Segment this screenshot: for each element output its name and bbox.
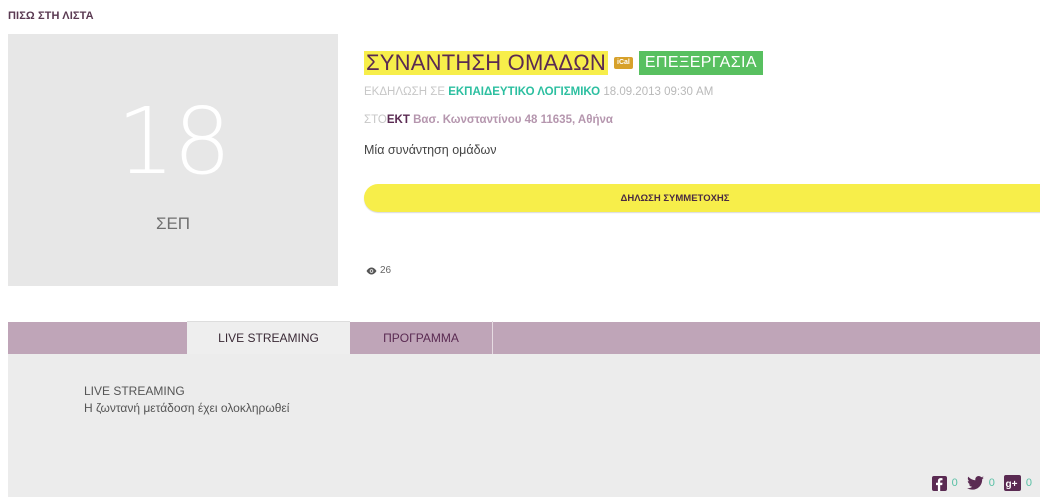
google-plus-count: 0 xyxy=(1025,477,1032,489)
eye-icon xyxy=(366,267,377,275)
panel-text: Η ζωντανή μετάδοση έχει ολοκληρωθεί xyxy=(84,401,290,415)
event-meta-prefix: ΕΚΔΗΛΩΣΗ ΣΕ xyxy=(364,86,445,98)
event-title-row: ΣΥΝΑΝΤΗΣΗ ΟΜΑΔΩΝ iCal ΕΠΕΞΕΡΓΑΣΙΑ xyxy=(364,51,763,75)
event-category-link[interactable]: ΕΚΠΑΙΔΕΥΤΙΚΟ ΛΟΓΙΣΜΙΚΟ xyxy=(448,86,600,98)
tab-program[interactable]: ΠΡΟΓΡΑΜΜΑ xyxy=(350,321,493,354)
event-day: 18 xyxy=(116,88,231,195)
event-month: ΣΕΠ xyxy=(155,214,191,233)
tab-bar: LIVE STREAMING ΠΡΟΓΡΑΜΜΑ xyxy=(8,321,1040,355)
google-plus-icon[interactable]: g+ xyxy=(1003,475,1021,491)
edit-button[interactable]: ΕΠΕΞΕΡΓΑΣΙΑ xyxy=(638,51,763,75)
tab-program-label: ΠΡΟΓΡΑΜΜΑ xyxy=(383,330,459,345)
tab-live-streaming-label: LIVE STREAMING xyxy=(218,331,319,345)
panel-title: LIVE STREAMING xyxy=(84,384,185,398)
back-to-list-link[interactable]: ΠΙΣΩ ΣΤΗ ΛΙΣΤΑ xyxy=(8,10,94,22)
svg-text:g+: g+ xyxy=(1005,479,1017,490)
event-organizer: ΕΚΤ xyxy=(386,114,410,126)
facebook-count: 0 xyxy=(951,477,958,489)
attend-button[interactable]: ΔΗΛΩΣΗ ΣΥΜΜΕΤΟΧΗΣ xyxy=(364,184,1040,212)
event-date-box: 18 ΣΕΠ xyxy=(8,34,338,286)
attend-button-label: ΔΗΛΩΣΗ ΣΥΜΜΕΤΟΧΗΣ xyxy=(620,192,730,204)
ical-icon[interactable]: iCal xyxy=(614,57,633,69)
event-meta: ΕΚΔΗΛΩΣΗ ΣΕ ΕΚΠΑΙΔΕΥΤΙΚΟ ΛΟΓΙΣΜΙΚΟ 18.09… xyxy=(364,86,713,98)
social-share-bar: 0 0 g+ 0 xyxy=(931,475,1036,491)
facebook-icon[interactable] xyxy=(931,475,947,491)
event-loc-prefix: ΣΤΟ xyxy=(364,114,387,126)
twitter-icon[interactable] xyxy=(966,476,984,490)
tab-live-streaming[interactable]: LIVE STREAMING xyxy=(187,321,350,354)
event-address[interactable]: Βασ. Κωνσταντίνου 48 11635, Αθήνα xyxy=(413,114,613,126)
views-count: 26 xyxy=(380,265,392,276)
event-datetime: 18.09.2013 09:30 AM xyxy=(603,86,714,98)
event-title: ΣΥΝΑΝΤΗΣΗ ΟΜΑΔΩΝ xyxy=(364,50,608,75)
live-streaming-panel: LIVE STREAMING Η ζωντανή μετάδοση έχει ο… xyxy=(8,354,1040,497)
event-description: Μία συνάντηση ομάδων xyxy=(364,143,497,157)
views-counter: 26 xyxy=(366,265,391,276)
twitter-count: 0 xyxy=(988,477,995,489)
event-location: ΣΤΟΕΚΤ Βασ. Κωνσταντίνου 48 11635, Αθήνα xyxy=(364,114,613,126)
